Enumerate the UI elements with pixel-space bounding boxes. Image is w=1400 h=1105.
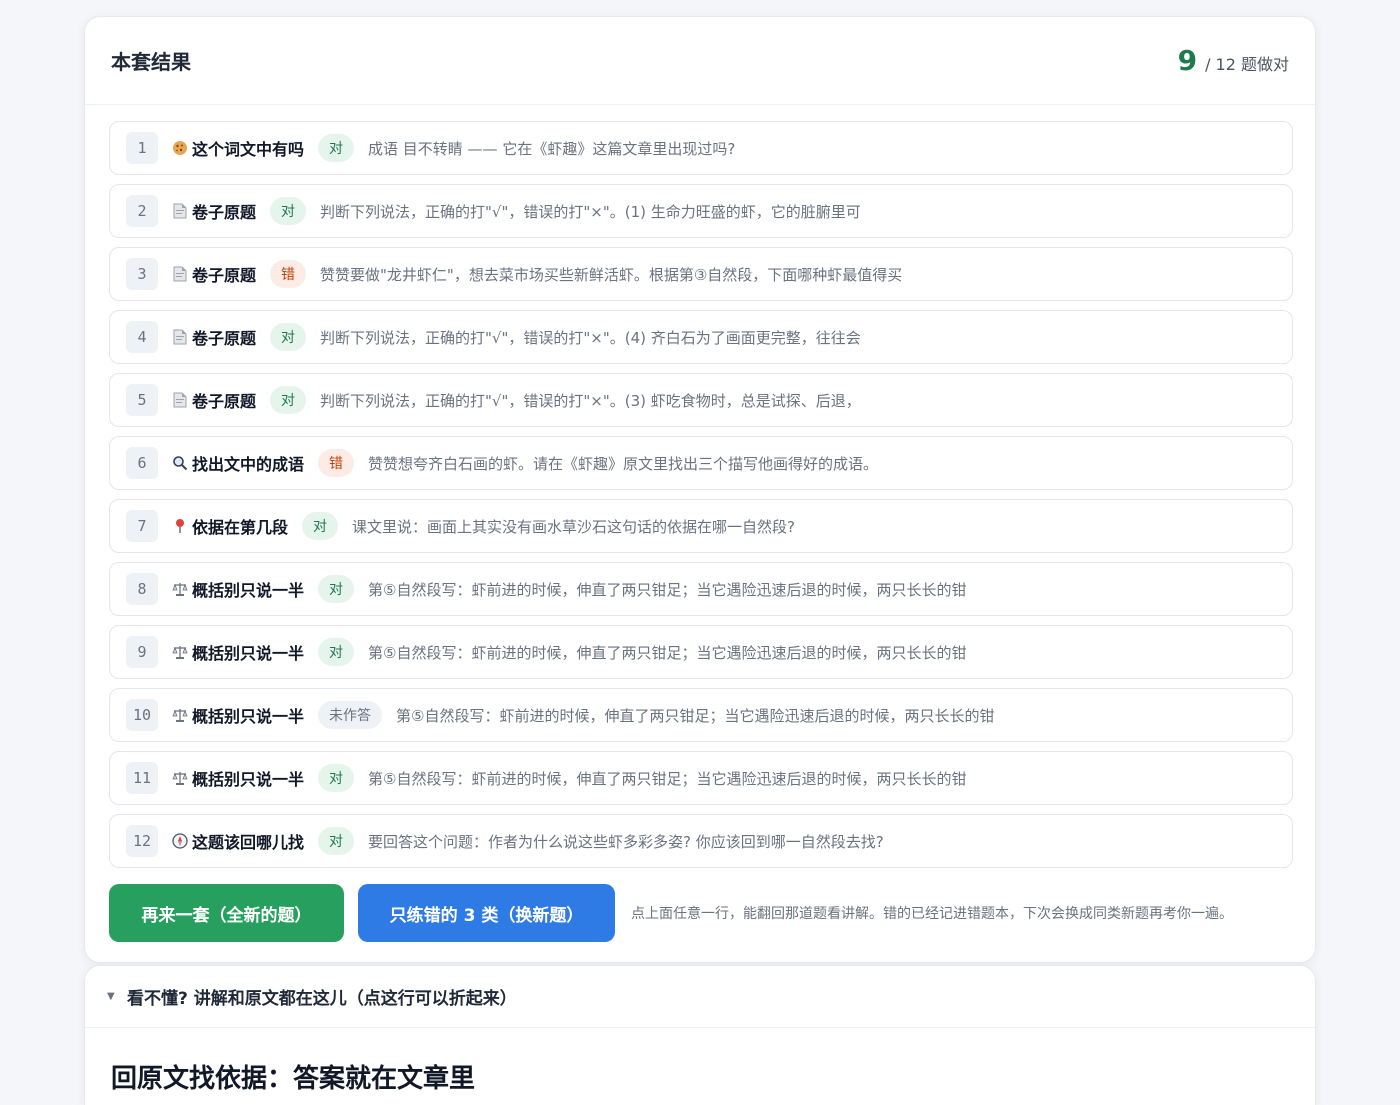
cookie-icon <box>170 140 190 156</box>
question-row[interactable]: 12 这题该回哪儿找对要回答这个问题：作者为什么说这些虾多彩多姿? 你应该回到哪一… <box>109 814 1293 868</box>
explanation-heading: 回原文找依据：答案就在文章里 <box>111 1064 476 1094</box>
question-row[interactable]: 1 这个词文中有吗对成语 目不转睛 —— 它在《虾趣》这篇文章里出现过吗? <box>109 121 1293 175</box>
retry-new-set-button[interactable]: 再来一套（全新的题） <box>109 884 344 942</box>
question-preview: 要回答这个问题：作者为什么说这些虾多彩多姿? 你应该回到哪一自然段去找? <box>368 832 884 851</box>
status-badge: 对 <box>318 827 355 855</box>
document-icon <box>170 392 190 408</box>
score-correct: 9 <box>1177 44 1198 77</box>
result-title: 本套结果 <box>111 50 191 74</box>
question-preview: 成语 目不转睛 —— 它在《虾趣》这篇文章里出现过吗? <box>368 139 736 158</box>
question-row[interactable]: 8 概括别只说一半对第⑤自然段写：虾前进的时候，伸直了两只钳足；当它遇险迅速后退的… <box>109 562 1293 616</box>
question-category: 这题该回哪儿找 <box>192 833 305 852</box>
question-category: 概括别只说一半 <box>192 770 305 789</box>
status-badge: 对 <box>270 197 307 225</box>
explanation-card: ▼ 看不懂? 讲解和原文都在这儿（点这行可以折起来） 回原文找依据：答案就在文章… <box>84 965 1316 1105</box>
question-preview: 课文里说：画面上其实没有画水草沙石这句话的依据在哪一自然段? <box>352 517 795 536</box>
question-number: 8 <box>126 573 158 605</box>
question-number: 10 <box>126 699 158 731</box>
document-icon <box>170 266 190 282</box>
question-number: 4 <box>126 321 158 353</box>
action-bar: 再来一套（全新的题） 只练错的 3 类（换新题） 点上面任意一行，能翻回那道题看… <box>109 884 1293 942</box>
question-row[interactable]: 5 卷子原题对判断下列说法，正确的打"√"，错误的打"×"。(3) 虾吃食物时，总… <box>109 373 1293 427</box>
question-category: 找出文中的成语 <box>192 455 305 474</box>
status-badge: 对 <box>318 134 355 162</box>
question-category: 概括别只说一半 <box>192 707 305 726</box>
question-row[interactable]: 3 卷子原题错赞赞要做"龙井虾仁"，想去菜市场买些新鲜活虾。根据第③自然段，下面哪… <box>109 247 1293 301</box>
question-category: 卷子原题 <box>192 329 257 348</box>
question-row[interactable]: 10 概括别只说一半 未作答 第⑤自然段写：虾前进的时候，伸直了两只钳足；当它遇险迅速… <box>109 688 1293 742</box>
scale-icon <box>170 770 190 786</box>
question-number: 6 <box>126 447 158 479</box>
question-preview: 判断下列说法，正确的打"√"，错误的打"×"。(4) 齐白石为了画面更完整，往往… <box>320 328 861 347</box>
question-preview: 第⑤自然段写：虾前进的时候，伸直了两只钳足；当它遇险迅速后退的时候，两只长长的钳 <box>368 580 967 599</box>
document-icon <box>170 203 190 219</box>
question-preview: 赞赞要做"龙井虾仁"，想去菜市场买些新鲜活虾。根据第③自然段，下面哪种虾最值得买 <box>320 265 903 284</box>
explanation-toggle[interactable]: ▼ 看不懂? 讲解和原文都在这儿（点这行可以折起来） <box>85 966 1315 1028</box>
question-number: 11 <box>126 762 158 794</box>
practice-wrong-button[interactable]: 只练错的 3 类（换新题） <box>358 884 615 942</box>
question-number: 2 <box>126 195 158 227</box>
question-row[interactable]: 2 卷子原题对判断下列说法，正确的打"√"，错误的打"×"。(1) 生命力旺盛的虾… <box>109 184 1293 238</box>
status-badge: 对 <box>318 638 355 666</box>
question-number: 1 <box>126 132 158 164</box>
question-category: 卷子原题 <box>192 392 257 411</box>
status-badge: 对 <box>302 512 339 540</box>
status-badge: 对 <box>318 764 355 792</box>
question-category: 概括别只说一半 <box>192 644 305 663</box>
status-badge: 错 <box>318 449 355 477</box>
question-preview: 判断下列说法，正确的打"√"，错误的打"×"。(1) 生命力旺盛的虾，它的脏腑里… <box>320 202 861 221</box>
question-number: 3 <box>126 258 158 290</box>
status-badge: 错 <box>270 260 307 288</box>
result-header: 本套结果 9 / 12 题做对 <box>85 17 1315 105</box>
pin-icon <box>170 518 190 534</box>
question-row[interactable]: 9 概括别只说一半对第⑤自然段写：虾前进的时候，伸直了两只钳足；当它遇险迅速后退的… <box>109 625 1293 679</box>
question-category: 卷子原题 <box>192 266 257 285</box>
explanation-toggle-label: 看不懂? 讲解和原文都在这儿（点这行可以折起来） <box>127 989 517 1009</box>
question-preview: 赞赞想夸齐白石画的虾。请在《虾趣》原文里找出三个描写他画得好的成语。 <box>368 454 879 473</box>
question-number: 12 <box>126 825 158 857</box>
status-badge: 未作答 <box>318 701 383 729</box>
question-row[interactable]: 7 依据在第几段对课文里说：画面上其实没有画水草沙石这句话的依据在哪一自然段? <box>109 499 1293 553</box>
status-badge: 对 <box>318 575 355 603</box>
question-row[interactable]: 4 卷子原题对判断下列说法，正确的打"√"，错误的打"×"。(4) 齐白石为了画面… <box>109 310 1293 364</box>
scale-icon <box>170 644 190 660</box>
result-card: 本套结果 9 / 12 题做对 1 这个词文中有吗对成语 目不转睛 —— 它在《虾… <box>84 16 1316 963</box>
compass-icon <box>170 833 190 849</box>
question-number: 5 <box>126 384 158 416</box>
caret-down-icon: ▼ <box>107 991 115 1002</box>
question-preview: 第⑤自然段写：虾前进的时候，伸直了两只钳足；当它遇险迅速后退的时候，两只长长的钳 <box>368 643 967 662</box>
score-summary: 9 / 12 题做对 <box>1178 44 1289 77</box>
question-category: 概括别只说一半 <box>192 581 305 600</box>
document-icon <box>170 329 190 345</box>
score-total: / 12 题做对 <box>1205 55 1289 74</box>
question-category: 依据在第几段 <box>192 518 289 537</box>
scale-icon <box>170 707 190 723</box>
question-number: 9 <box>126 636 158 668</box>
status-badge: 对 <box>270 386 307 414</box>
question-category: 这个词文中有吗 <box>192 140 305 159</box>
magnifier-icon <box>170 455 190 471</box>
question-preview: 第⑤自然段写：虾前进的时候，伸直了两只钳足；当它遇险迅速后退的时候，两只长长的钳 <box>368 769 967 788</box>
scale-icon <box>170 581 190 597</box>
question-preview: 第⑤自然段写：虾前进的时候，伸直了两只钳足；当它遇险迅速后退的时候，两只长长的钳 <box>396 706 995 725</box>
question-number: 7 <box>126 510 158 542</box>
hint-text: 点上面任意一行，能翻回那道题看讲解。错的已经记进错题本，下次会换成同类新题再考你… <box>631 906 1233 922</box>
question-category: 卷子原题 <box>192 203 257 222</box>
question-row[interactable]: 6 找出文中的成语错赞赞想夸齐白石画的虾。请在《虾趣》原文里找出三个描写他画得好的… <box>109 436 1293 490</box>
status-badge: 对 <box>270 323 307 351</box>
question-row[interactable]: 11 概括别只说一半对第⑤自然段写：虾前进的时候，伸直了两只钳足；当它遇险迅速后退… <box>109 751 1293 805</box>
question-preview: 判断下列说法，正确的打"√"，错误的打"×"。(3) 虾吃食物时，总是试探、后退… <box>320 391 861 410</box>
